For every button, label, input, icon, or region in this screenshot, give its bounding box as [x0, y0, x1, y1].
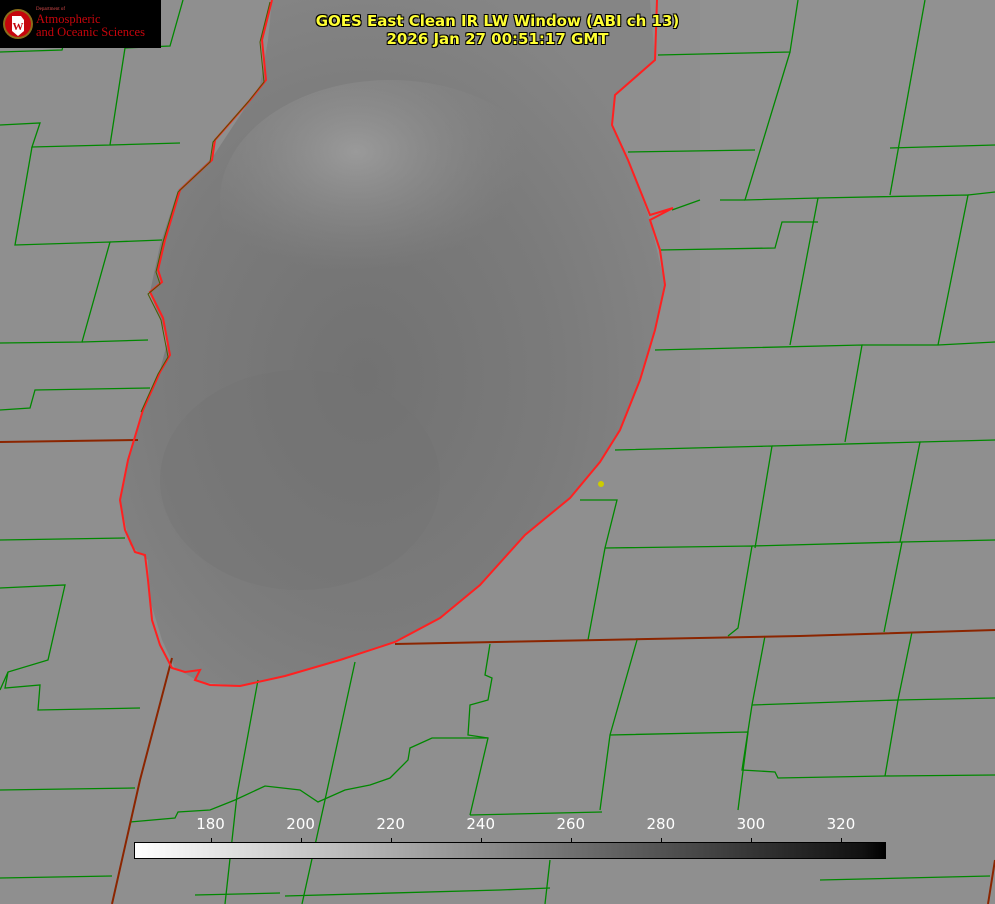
timestamp: 2026 Jan 27 00:51:17 GMT	[386, 30, 609, 48]
colorbar-tick-mark	[750, 838, 752, 842]
colorbar-tick-mark	[390, 838, 392, 842]
colorbar-tick-mark	[570, 838, 572, 842]
station-marker	[598, 481, 604, 487]
image-title: GOES East Clean IR LW Window (ABI ch 13)…	[0, 12, 995, 48]
colorbar-tick-label: 320	[826, 815, 856, 833]
colorbar-tick-mark	[840, 838, 842, 842]
satellite-map: W Department of Atmospheric and Oceanic …	[0, 0, 995, 904]
map-canvas	[0, 0, 995, 904]
cloud-area	[220, 80, 560, 320]
colorbar-tick-label: 180	[196, 815, 225, 833]
colorbar-tick-mark	[300, 838, 302, 842]
land-shade-ne	[700, 0, 995, 430]
colorbar-tick-label: 220	[376, 815, 405, 833]
title-line1: GOES East Clean IR LW Window (ABI ch 13)	[315, 12, 680, 30]
colorbar-tick-mark	[210, 838, 212, 842]
colorbar-tick-label: 280	[646, 815, 676, 833]
colorbar-tick-mark	[660, 838, 662, 842]
colorbar-tick-label: 240	[466, 815, 496, 833]
lake-dark-area	[160, 370, 440, 590]
colorbar-tick-label: 260	[556, 815, 586, 833]
colorbar-tick-label: 200	[286, 815, 315, 833]
colorbar-tick-label: 300	[736, 815, 766, 833]
colorbar	[134, 842, 886, 859]
colorbar-tick-mark	[480, 838, 482, 842]
